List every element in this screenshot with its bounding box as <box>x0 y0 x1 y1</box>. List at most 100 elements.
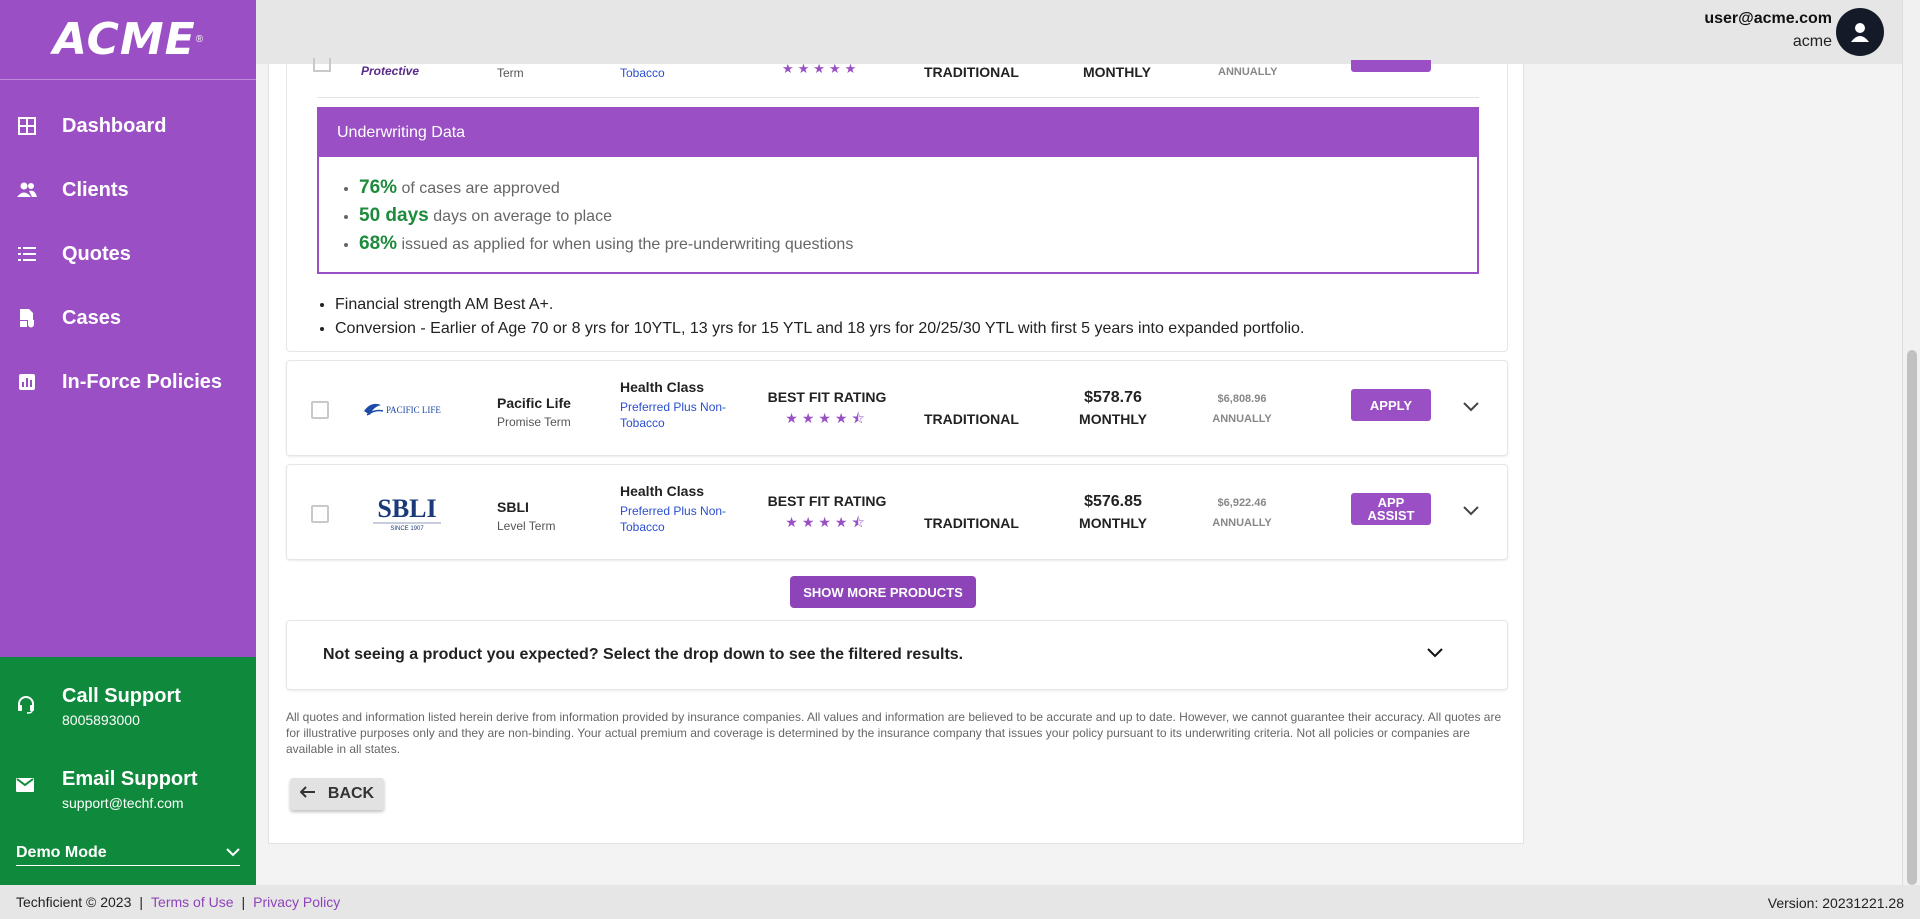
separator: | <box>139 894 144 910</box>
copyright: Techficient © 2023 <box>16 894 132 910</box>
user-org: acme <box>1792 33 1832 50</box>
carrier-name: Pacific Life <box>497 395 571 411</box>
underwriting-title: Underwriting Data <box>319 109 1477 157</box>
sidebar-item-dashboard[interactable]: Dashboard <box>0 94 256 158</box>
product-type: TRADITIONAL <box>924 411 1019 427</box>
days-to-place: 50 days <box>359 205 429 226</box>
sidebar-item-label: Quotes <box>62 242 131 265</box>
sidebar: ACME ® Dashboard Clients Quotes Cases In… <box>0 0 256 885</box>
demo-mode-select[interactable]: Demo Mode <box>16 840 240 866</box>
product-row-partial: Protective Term Tobacco ★★★★★ TRADITIONA… <box>287 58 1507 98</box>
page-scrollbar[interactable] <box>1902 0 1920 885</box>
sidebar-item-label: In-Force Policies <box>62 370 223 393</box>
top-bar: user@acme.com acme <box>256 0 1902 64</box>
divider <box>317 97 1479 98</box>
rating-label: BEST FIT RATING <box>767 389 887 405</box>
monthly-label: MONTHLY <box>1079 411 1147 427</box>
product-type: TRADITIONAL <box>924 64 1019 80</box>
quote-results-panel: Protective Term Tobacco ★★★★★ TRADITIONA… <box>268 58 1524 844</box>
health-class: Health Class Preferred Plus Non-Tobacco <box>620 483 740 535</box>
monthly-price: $578.76 <box>1084 389 1142 406</box>
annual-price: $6,808.96 <box>1217 393 1267 405</box>
note-item: Financial strength AM Best A+. <box>335 296 1304 314</box>
underwriting-item: 68% issued as applied for when using the… <box>359 233 1477 255</box>
show-more-products-button[interactable]: SHOW MORE PRODUCTS <box>790 576 976 608</box>
monthly-premium: $576.85 MONTHLY <box>1063 493 1163 531</box>
chart-icon <box>16 371 38 393</box>
best-fit-rating: BEST FIT RATING ★★★★⯪ <box>762 493 892 536</box>
case-icon <box>16 307 38 329</box>
note-item: Conversion - Earlier of Age 70 or 8 yrs … <box>335 320 1304 338</box>
app-assist-button[interactable]: APP ASSIST <box>1351 493 1431 525</box>
annual-label: ANNUALLY <box>1212 517 1272 529</box>
call-support[interactable]: Call Support 8005893000 <box>0 685 181 728</box>
apply-button[interactable] <box>1351 60 1431 72</box>
scrollbar-thumb[interactable] <box>1907 350 1917 885</box>
back-button[interactable]: BACK <box>290 778 384 810</box>
underwriting-item: 76% of cases are approved <box>359 177 1477 199</box>
email-support-title: Email Support <box>62 768 198 790</box>
sidebar-item-in-force-policies[interactable]: In-Force Policies <box>0 350 256 414</box>
version: Version: 20231221.28 <box>1767 895 1904 911</box>
logo-text: ACME <box>52 14 196 65</box>
apply-button[interactable]: APPLY <box>1351 389 1431 421</box>
logo-text: PACIFIC LIFE <box>386 405 441 415</box>
health-class-value[interactable]: Preferred Plus Non-Tobacco <box>620 399 740 431</box>
sidebar-item-quotes[interactable]: Quotes <box>0 222 256 286</box>
sidebar-item-label: Dashboard <box>62 114 167 137</box>
user-email: user@acme.com <box>1704 10 1832 27</box>
product-card-expanded: Protective Term Tobacco ★★★★★ TRADITIONA… <box>286 58 1508 352</box>
users-icon <box>16 179 38 201</box>
product-checkbox[interactable] <box>311 505 329 523</box>
logo-sub-text: SINCE 1907 <box>390 526 424 532</box>
privacy-policy-link[interactable]: Privacy Policy <box>253 894 340 910</box>
product-card: SBLI SINCE 1907 SBLI Level Term Health C… <box>286 464 1508 560</box>
filtered-results-dropdown[interactable]: Not seeing a product you expected? Selec… <box>286 620 1508 690</box>
chevron-down-icon[interactable] <box>1427 645 1447 665</box>
sidebar-item-cases[interactable]: Cases <box>0 286 256 350</box>
chevron-down-icon[interactable] <box>1463 503 1483 523</box>
annual-label: ANNUALLY <box>1212 413 1272 425</box>
health-class-label: Health Class <box>620 483 705 499</box>
dashboard-icon <box>16 115 38 137</box>
product-checkbox[interactable] <box>311 401 329 419</box>
product-notes: Financial strength AM Best A+. Conversio… <box>317 296 1304 344</box>
pacific-life-logo: PACIFIC LIFE <box>359 385 455 433</box>
annual-label: ANNUALLY <box>1218 66 1278 78</box>
carrier-name: SBLI <box>497 499 529 515</box>
email-support-address[interactable]: support@techf.com <box>62 795 198 811</box>
chevron-down-icon[interactable] <box>1463 399 1483 419</box>
sidebar-item-label: Cases <box>62 306 121 329</box>
avatar[interactable] <box>1836 8 1884 56</box>
user-info: user@acme.com acme <box>1704 10 1832 51</box>
monthly-label: MONTHLY <box>1079 515 1147 531</box>
monthly-price: $576.85 <box>1084 493 1142 510</box>
annual-premium: $6,922.46 ANNUALLY <box>1207 497 1277 529</box>
sidebar-item-clients[interactable]: Clients <box>0 158 256 222</box>
logo-text: SBLI <box>377 494 436 523</box>
footer: Techficient © 2023 | Terms of Use | Priv… <box>0 885 1920 919</box>
user-icon <box>1851 23 1869 42</box>
days-text: days on average to place <box>433 208 612 225</box>
health-class-value[interactable]: Preferred Plus Non-Tobacco <box>620 503 740 535</box>
email-support[interactable]: Email Support support@techf.com <box>0 768 198 811</box>
terms-of-use-link[interactable]: Terms of Use <box>151 894 233 910</box>
support-panel: Call Support 8005893000 Email Support su… <box>0 657 256 885</box>
underwriting-item: 50 days days on average to place <box>359 205 1477 227</box>
product-checkbox[interactable] <box>313 58 331 72</box>
product-name: Term <box>497 66 524 80</box>
chevron-down-icon <box>226 844 240 862</box>
mail-icon <box>16 778 38 797</box>
product-card: PACIFIC LIFE Pacific Life Promise Term H… <box>286 360 1508 456</box>
call-support-number[interactable]: 8005893000 <box>62 712 181 728</box>
sidebar-nav: Dashboard Clients Quotes Cases In-Force … <box>0 94 256 414</box>
headset-icon <box>16 695 38 720</box>
monthly-label: MONTHLY <box>1083 64 1151 80</box>
annual-price: $6,922.46 <box>1217 497 1267 509</box>
acme-logo[interactable]: ACME ® <box>0 0 256 80</box>
filtered-results-text: Not seeing a product you expected? Selec… <box>323 646 964 663</box>
protective-logo: Protective <box>361 64 420 78</box>
rating-stars: ★★★★⯪ <box>785 514 869 530</box>
health-class-label: Health Class <box>620 379 705 395</box>
product-name: Promise Term <box>497 415 571 429</box>
